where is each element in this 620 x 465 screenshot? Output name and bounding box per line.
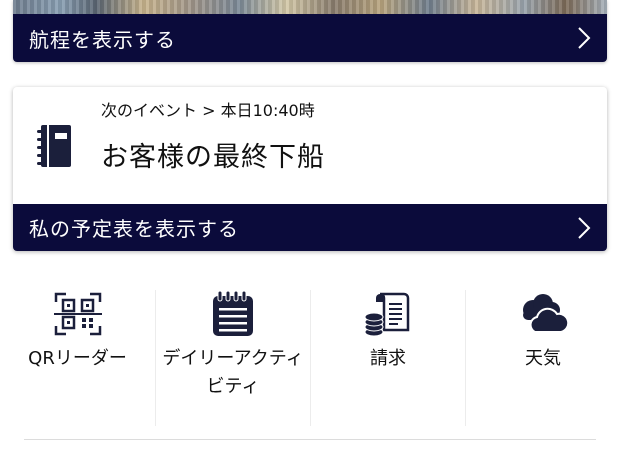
- tile-qr-reader[interactable]: QRリーダー: [0, 290, 155, 426]
- notebook-icon: [37, 125, 71, 167]
- section-divider: [24, 439, 596, 440]
- bill-coins-icon: [364, 292, 410, 337]
- tile-label: 請求: [370, 348, 406, 369]
- next-event-body[interactable]: 次のイベント > 本日10:40時 お客様の最終下船: [13, 87, 607, 204]
- qr-code-icon: [53, 292, 102, 336]
- tile-billing[interactable]: 請求: [310, 290, 465, 426]
- tile-daily-activities[interactable]: デイリーアクティビティ: [155, 290, 310, 426]
- next-event-meta: 次のイベント > 本日10:40時: [101, 101, 315, 120]
- view-itinerary-label: 航程を表示する: [29, 27, 176, 52]
- app-screen: 航程を表示する 次のイベント > 本日10:40時 お客様の最終下船 私の予定表…: [0, 0, 620, 465]
- chevron-right-icon: [578, 27, 591, 49]
- itinerary-card: 航程を表示する: [13, 0, 607, 62]
- tile-weather[interactable]: 天気: [465, 290, 620, 426]
- chevron-right-icon: [578, 216, 591, 239]
- view-schedule-button[interactable]: 私の予定表を表示する: [13, 204, 607, 251]
- view-schedule-label: 私の予定表を表示する: [29, 217, 239, 241]
- calendar-icon: [213, 290, 253, 336]
- quick-actions: QRリーダー デイリーアクティビティ 請求 天気: [0, 290, 620, 428]
- view-itinerary-button[interactable]: 航程を表示する: [13, 14, 607, 62]
- tile-label: デイリーアクティビティ: [162, 348, 304, 397]
- next-event-card: 次のイベント > 本日10:40時 お客様の最終下船 私の予定表を表示する: [13, 87, 607, 251]
- tile-label: 天気: [525, 348, 561, 369]
- city-photo: [13, 0, 607, 14]
- tile-label: QRリーダー: [28, 348, 127, 369]
- cloud-icon: [523, 294, 569, 333]
- next-event-title: お客様の最終下船: [101, 142, 325, 173]
